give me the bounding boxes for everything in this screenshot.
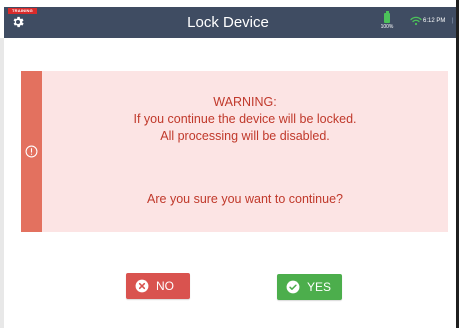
no-button[interactable]: NO [126,273,190,299]
clock-time: 6:12 PM [423,18,446,24]
left-frame-edge [0,38,4,328]
no-button-label: NO [156,279,174,293]
wifi-icon [410,16,422,26]
yes-button[interactable]: YES [277,274,342,300]
warning-heading: WARNING: [213,95,277,109]
battery-status: 100% [376,11,398,35]
warning-message: WARNING: If you continue the device will… [42,94,448,145]
edge-indicator: | [452,18,454,24]
top-strip [0,0,456,7]
warning-panel: WARNING: If you continue the device will… [21,71,448,232]
yes-button-label: YES [307,280,332,294]
check-circle-icon [286,280,300,294]
warning-line-2: All processing will be disabled. [160,129,330,143]
x-circle-icon [135,279,149,293]
battery-percent: 100% [380,24,394,30]
warning-line-1: If you continue the device will be locke… [133,112,357,126]
battery-icon [384,11,390,23]
warning-question: Are you sure you want to continue? [147,192,343,206]
lock-device-screen: TRAINING Lock Device 100% 6:12 PM | WARN… [0,0,459,328]
alert-circle-icon [25,145,38,158]
